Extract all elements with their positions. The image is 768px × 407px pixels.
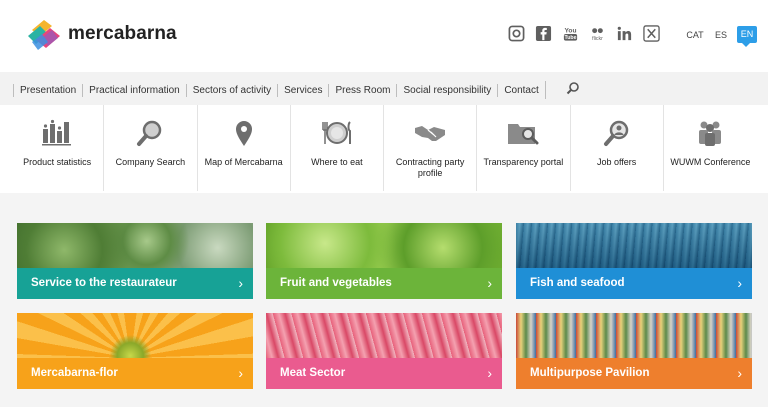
search-icon[interactable] [566, 81, 580, 95]
site-header: mercabarna You Tube flickr CAT ES EN [0, 0, 768, 72]
quick-link-label: Where to eat [311, 157, 363, 167]
linkedin-icon[interactable] [616, 25, 633, 42]
instagram-icon[interactable] [508, 25, 525, 42]
x-icon[interactable] [643, 24, 660, 42]
sector-image [516, 313, 752, 358]
quick-link-contracting-party-profile[interactable]: Contracting party profile [384, 105, 478, 191]
sectors-section: Service to the restaurateur › Fruit and … [0, 193, 768, 407]
quick-link-label: Company Search [115, 157, 186, 167]
sector-bar: Service to the restaurateur › [17, 268, 253, 299]
quick-link-label: WUWM Conference [670, 157, 751, 167]
quick-link-wuwm-conference[interactable]: WUWM Conference [664, 105, 757, 191]
sector-card-meat[interactable]: Meat Sector › [266, 313, 502, 389]
sector-label: Meat Sector [280, 367, 346, 379]
chevron-right-icon: › [487, 365, 492, 381]
magnifier-icon [134, 119, 166, 147]
sector-bar: Multipurpose Pavilion › [516, 358, 752, 389]
group-icon [694, 119, 726, 147]
sector-card-multipurpose-pavilion[interactable]: Multipurpose Pavilion › [516, 313, 752, 389]
quick-link-product-statistics[interactable]: Product statistics [11, 105, 105, 191]
handshake-icon [414, 119, 446, 147]
sector-bar: Mercabarna-flor › [17, 358, 253, 389]
plate-cutlery-icon [321, 119, 353, 147]
brand-name[interactable]: mercabarna [68, 23, 177, 45]
sector-card-fish-seafood[interactable]: Fish and seafood › [516, 223, 752, 299]
quick-link-map[interactable]: Map of Mercabarna [198, 105, 291, 191]
svg-text:Tube: Tube [564, 35, 576, 41]
sector-card-mercabarna-flor[interactable]: Mercabarna-flor › [17, 313, 253, 389]
quick-link-label: Contracting party profile [395, 157, 465, 178]
sector-label: Service to the restaurateur [31, 277, 177, 289]
chevron-right-icon: › [737, 365, 742, 381]
sector-label: Mercabarna-flor [31, 367, 118, 379]
sector-label: Multipurpose Pavilion [530, 367, 650, 379]
sector-image [17, 313, 253, 358]
sector-image [516, 223, 752, 268]
svg-text:You: You [565, 27, 577, 34]
youtube-icon[interactable]: You Tube [562, 25, 579, 42]
sector-card-fruit-vegetables[interactable]: Fruit and vegetables › [266, 223, 502, 299]
quick-link-label: Map of Mercabarna [204, 157, 283, 167]
social-links: You Tube flickr [508, 24, 660, 42]
nav-presentation[interactable]: Presentation [13, 83, 82, 97]
sector-card-restaurateur[interactable]: Service to the restaurateur › [17, 223, 253, 299]
sector-image [266, 313, 502, 358]
flickr-icon[interactable]: flickr [589, 25, 606, 42]
quick-link-label: Product statistics [23, 157, 92, 167]
nav-search-wrap [544, 81, 580, 99]
svg-text:flickr: flickr [592, 36, 603, 42]
chevron-right-icon: › [487, 275, 492, 291]
nav-sectors-of-activity[interactable]: Sectors of activity [185, 83, 277, 97]
main-nav-bar: Presentation Practical information Secto… [0, 72, 768, 105]
sector-bar: Meat Sector › [266, 358, 502, 389]
language-cat[interactable]: CAT [682, 30, 708, 40]
quick-link-job-offers[interactable]: Job offers [571, 105, 664, 191]
nav-practical-information[interactable]: Practical information [82, 83, 186, 97]
quick-link-where-to-eat[interactable]: Where to eat [291, 105, 384, 191]
quick-links: Product statistics Company Search Map of… [11, 105, 757, 191]
sector-label: Fruit and vegetables [280, 277, 392, 289]
nav-contact[interactable]: Contact [497, 83, 544, 97]
nav-press-room[interactable]: Press Room [328, 83, 396, 97]
language-en[interactable]: EN [737, 26, 757, 47]
language-es[interactable]: ES [708, 30, 734, 40]
chevron-right-icon: › [737, 275, 742, 291]
language-selector: CAT ES EN [682, 26, 757, 47]
mercabarna-logo[interactable] [26, 18, 62, 52]
person-search-icon [601, 119, 633, 147]
facebook-icon[interactable] [535, 25, 552, 42]
sector-label: Fish and seafood [530, 277, 625, 289]
sector-bar: Fruit and vegetables › [266, 268, 502, 299]
sector-image [17, 223, 253, 268]
nav-social-responsibility[interactable]: Social responsibility [396, 83, 497, 97]
folder-search-icon [507, 119, 539, 147]
chevron-right-icon: › [238, 275, 243, 291]
quick-link-label: Transparency portal [483, 157, 564, 167]
sector-image [266, 223, 502, 268]
sector-bar: Fish and seafood › [516, 268, 752, 299]
quick-link-transparency-portal[interactable]: Transparency portal [477, 105, 571, 191]
bar-chart-icon [41, 119, 73, 147]
main-nav: Presentation Practical information Secto… [13, 81, 580, 99]
quick-link-company-search[interactable]: Company Search [104, 105, 198, 191]
chevron-right-icon: › [238, 365, 243, 381]
nav-services[interactable]: Services [277, 83, 328, 97]
quick-link-label: Job offers [596, 157, 637, 167]
map-pin-icon [228, 119, 260, 147]
